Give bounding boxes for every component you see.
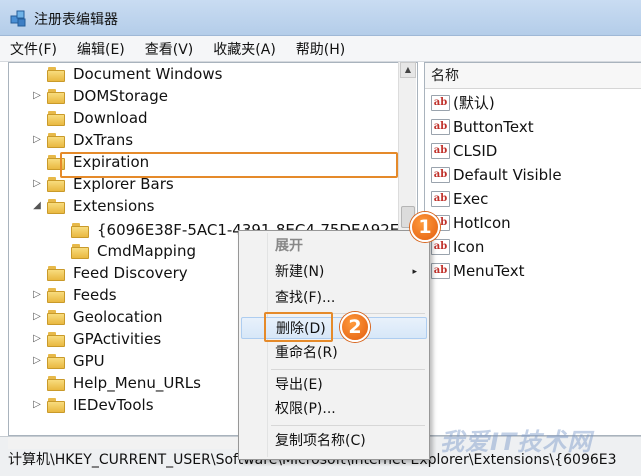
menu-edit[interactable]: 编辑(E) bbox=[75, 37, 127, 61]
scroll-up-icon[interactable]: ▲ bbox=[400, 62, 416, 78]
window-title: 注册表编辑器 bbox=[34, 12, 118, 28]
folder-icon bbox=[71, 223, 91, 238]
folder-icon bbox=[47, 89, 67, 104]
expander-icon[interactable] bbox=[31, 63, 43, 85]
value-item-label: HotIcon bbox=[453, 214, 511, 232]
value-item-label: Icon bbox=[453, 238, 485, 256]
tree-item-label: CmdMapping bbox=[97, 242, 196, 260]
tree-item-label: GPU bbox=[73, 352, 105, 370]
tree-item-label: Document Windows bbox=[73, 65, 223, 83]
menu-separator bbox=[271, 425, 425, 426]
expander-icon[interactable] bbox=[31, 372, 43, 394]
expander-icon[interactable]: ▷ bbox=[31, 129, 43, 151]
menu-separator bbox=[271, 369, 425, 370]
selection-highlight-box bbox=[60, 152, 398, 178]
title-bar: 注册表编辑器 bbox=[0, 0, 641, 36]
folder-icon bbox=[47, 67, 67, 82]
string-value-icon: ab bbox=[431, 95, 450, 111]
expander-icon[interactable] bbox=[31, 107, 43, 129]
string-value-icon: ab bbox=[431, 167, 450, 183]
value-item-label: CLSID bbox=[453, 142, 498, 160]
expander-icon[interactable]: ▷ bbox=[31, 328, 43, 350]
tree-item-label: DOMStorage bbox=[73, 87, 168, 105]
folder-icon bbox=[47, 354, 67, 369]
menu-item-export[interactable]: 导出(E) bbox=[241, 374, 427, 396]
string-value-icon: ab bbox=[431, 191, 450, 207]
tree-item-label: Help_Menu_URLs bbox=[73, 374, 201, 392]
values-pane[interactable]: 名称 ab (默认) ab ButtonText ab CLSID ab Def… bbox=[424, 62, 641, 436]
menu-bar: 文件(F) 编辑(E) 查看(V) 收藏夹(A) 帮助(H) bbox=[0, 36, 641, 62]
column-header-name[interactable]: 名称 bbox=[425, 63, 641, 89]
value-item-label: Default Visible bbox=[453, 166, 562, 184]
submenu-arrow-icon: ▸ bbox=[412, 267, 417, 277]
folder-icon bbox=[47, 398, 67, 413]
menu-item-copy-key-name[interactable]: 复制项名称(C) bbox=[241, 430, 427, 452]
tree-item-label: Geolocation bbox=[73, 308, 163, 326]
value-item-label: Exec bbox=[453, 190, 489, 208]
folder-icon bbox=[47, 266, 67, 281]
tree-item-label: Feed Discovery bbox=[73, 264, 188, 282]
string-value-icon: ab bbox=[431, 239, 450, 255]
tree-item-label: Feeds bbox=[73, 286, 117, 304]
folder-icon bbox=[47, 111, 67, 126]
regedit-icon bbox=[10, 10, 26, 27]
folder-icon bbox=[47, 133, 67, 148]
callout-badge-2: 2 bbox=[340, 312, 370, 342]
value-item-label: (默认) bbox=[453, 94, 495, 112]
menu-item-expand: 展开 bbox=[275, 238, 303, 254]
folder-icon bbox=[47, 332, 67, 347]
menu-item-find[interactable]: 查找(F)... bbox=[241, 287, 427, 309]
menu-item-new-label: 新建(N) bbox=[275, 264, 325, 280]
menu-item-permissions[interactable]: 权限(P)... bbox=[241, 398, 427, 420]
callout-badge-1: 1 bbox=[410, 212, 440, 242]
menu-view[interactable]: 查看(V) bbox=[143, 37, 196, 61]
folder-icon bbox=[47, 288, 67, 303]
expander-icon[interactable] bbox=[31, 262, 43, 284]
expander-icon[interactable]: ▷ bbox=[31, 394, 43, 416]
folder-icon bbox=[47, 310, 67, 325]
menu-favorites[interactable]: 收藏夹(A) bbox=[211, 37, 278, 61]
menu-item-rename[interactable]: 重命名(R) bbox=[241, 342, 427, 364]
expander-icon[interactable]: ▷ bbox=[31, 350, 43, 372]
delete-highlight-box bbox=[264, 312, 333, 342]
expander-icon[interactable]: ▷ bbox=[31, 306, 43, 328]
expander-icon[interactable]: ◢ bbox=[31, 195, 43, 217]
expander-icon[interactable]: ▷ bbox=[31, 173, 43, 195]
watermark-text: 我爱IT技术网 bbox=[440, 428, 593, 456]
tree-item-label: Download bbox=[73, 109, 148, 127]
expander-icon[interactable] bbox=[31, 151, 43, 173]
menu-help[interactable]: 帮助(H) bbox=[294, 37, 347, 61]
menu-file[interactable]: 文件(F) bbox=[8, 37, 59, 61]
value-item-label: ButtonText bbox=[453, 118, 534, 136]
string-value-icon: ab bbox=[431, 143, 450, 159]
tree-item-label: Extensions bbox=[73, 197, 155, 215]
tree-item-label: IEDevTools bbox=[73, 396, 154, 414]
string-value-icon: ab bbox=[431, 263, 450, 279]
folder-icon bbox=[47, 199, 67, 214]
tree-item-label: GPActivities bbox=[73, 330, 162, 348]
expander-icon[interactable]: ▷ bbox=[31, 284, 43, 306]
folder-icon bbox=[47, 376, 67, 391]
string-value-icon: ab bbox=[431, 119, 450, 135]
folder-icon bbox=[47, 177, 67, 192]
expander-icon[interactable]: ▷ bbox=[31, 85, 43, 107]
folder-icon bbox=[71, 244, 91, 259]
value-item-label: MenuText bbox=[453, 262, 525, 280]
context-menu: 展开 新建(N) ▸ 查找(F)... 删除(D) 重命名(R) 导出(E) 权… bbox=[238, 230, 430, 460]
menu-item-new[interactable]: 新建(N) ▸ bbox=[241, 261, 427, 283]
tree-item-label: DxTrans bbox=[73, 131, 134, 149]
